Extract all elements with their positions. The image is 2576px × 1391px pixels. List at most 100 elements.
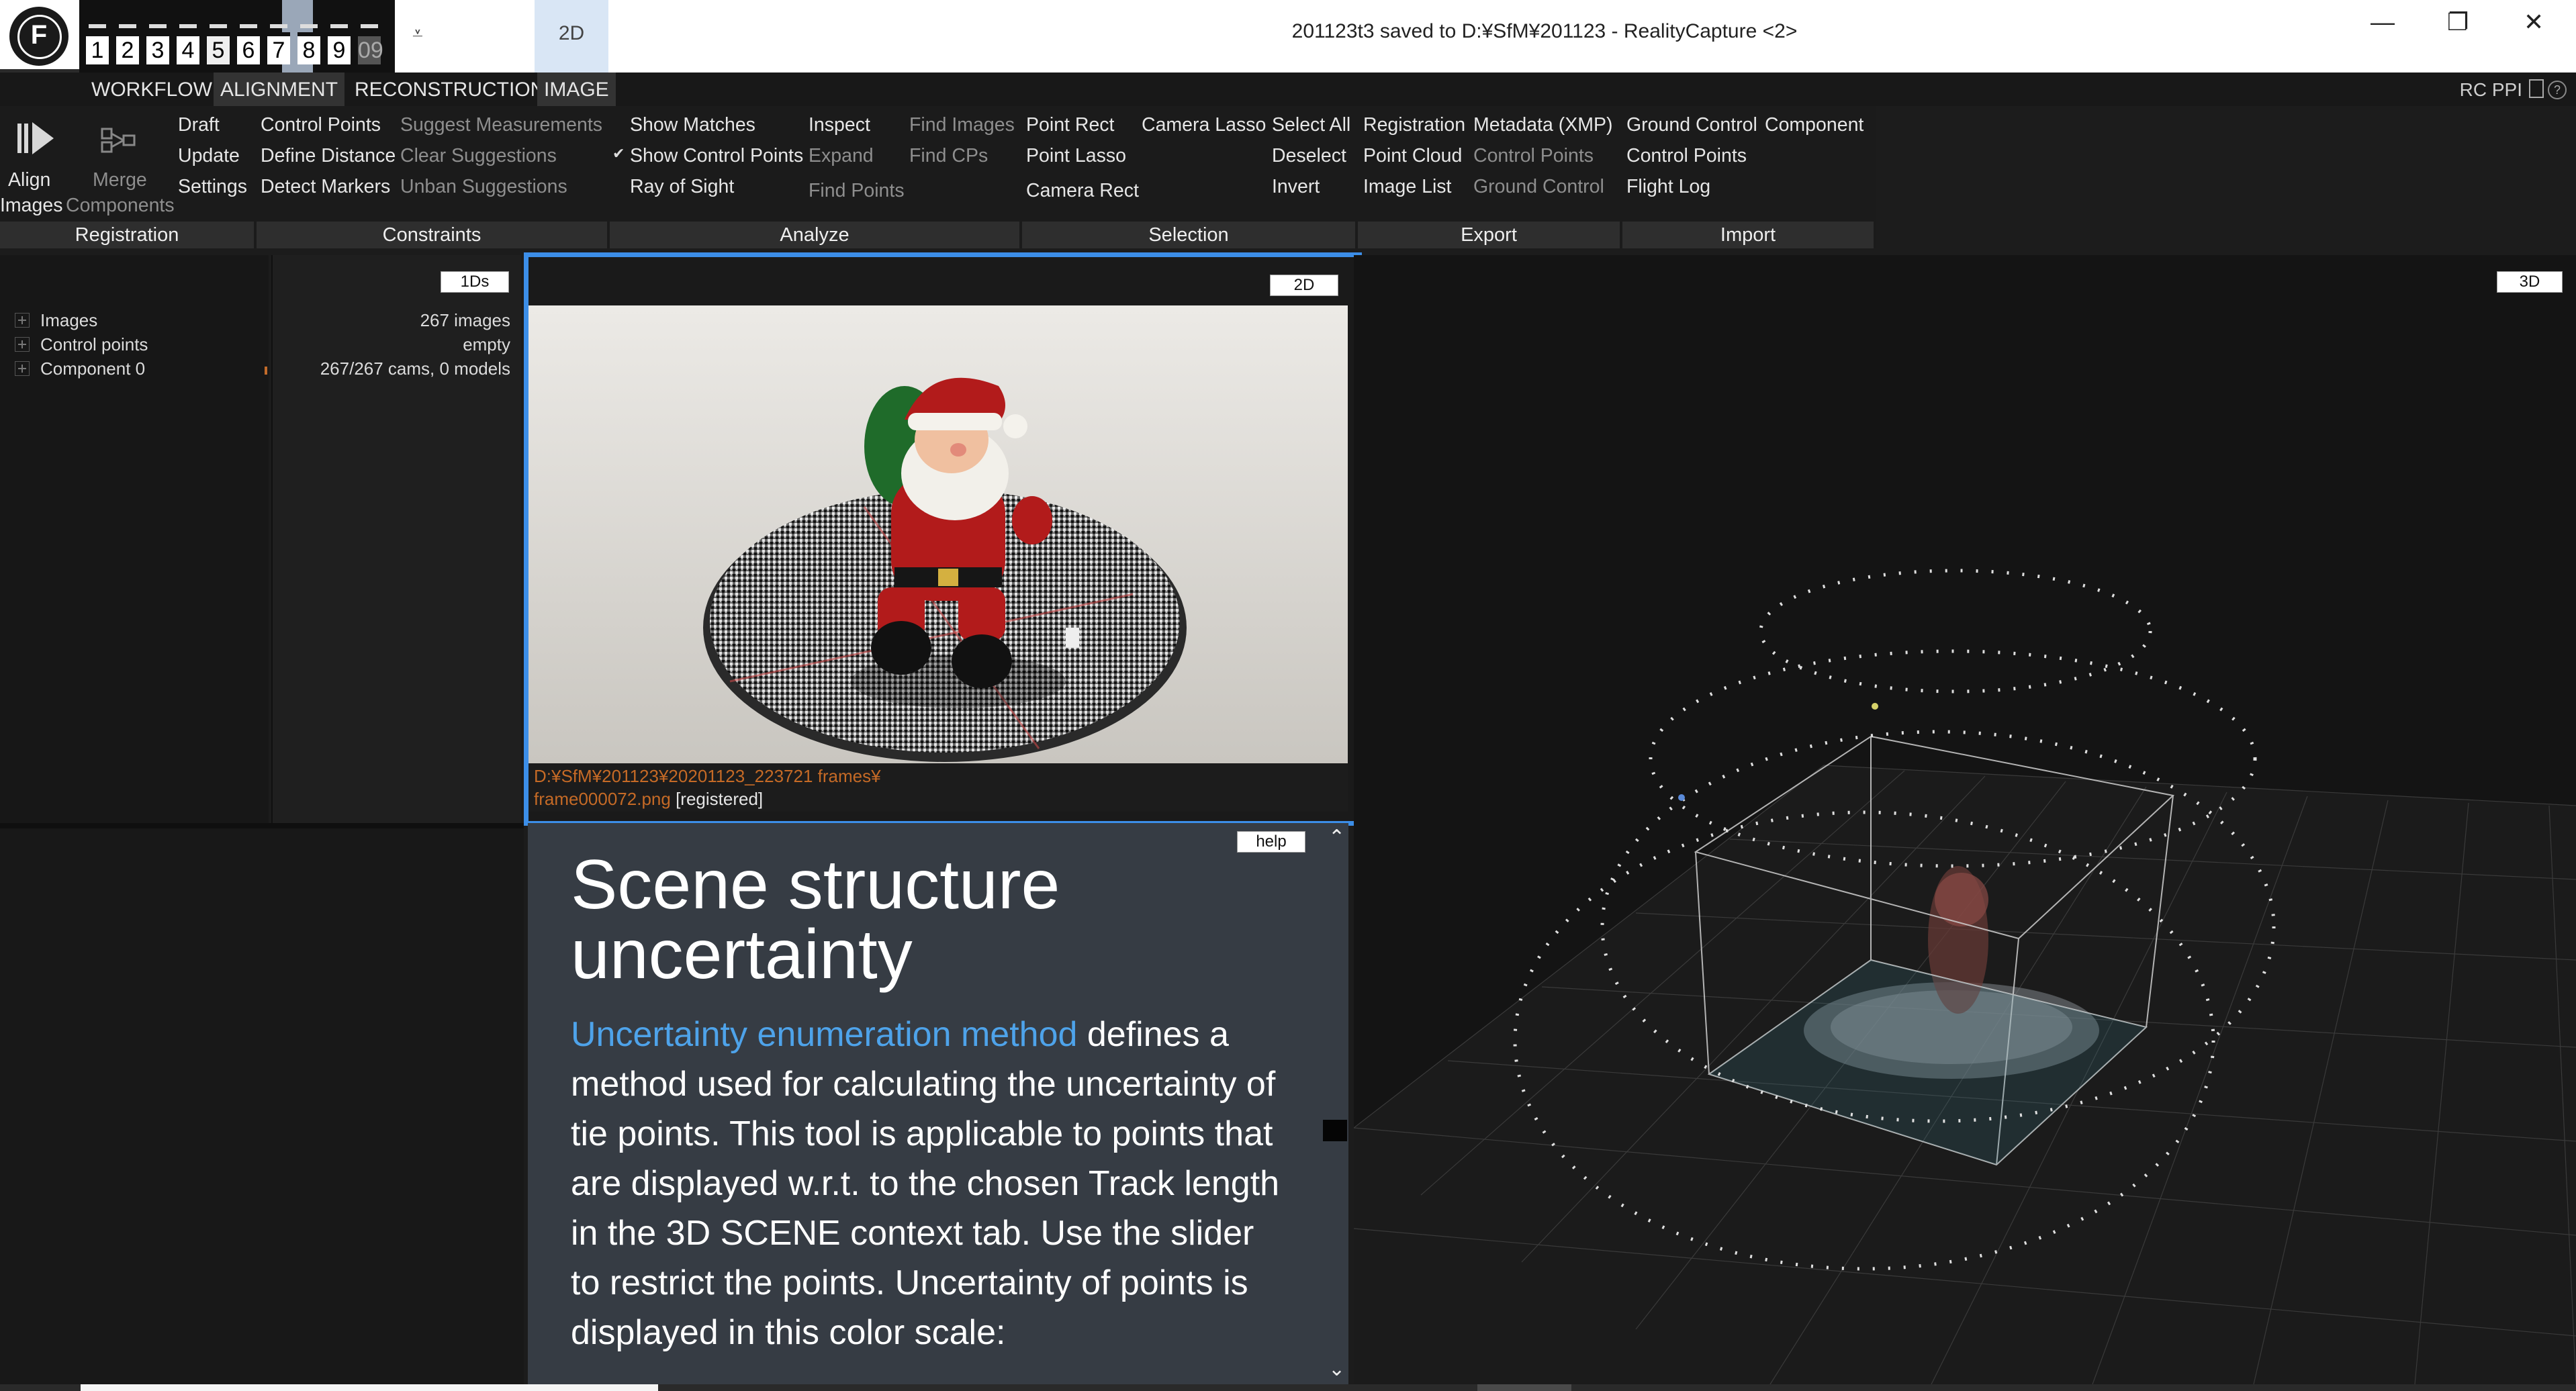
minimize-icon[interactable]: — xyxy=(2371,8,2395,36)
group-registration: Registration xyxy=(0,222,257,248)
component-summary: 267/267 cams, 0 models xyxy=(320,358,510,379)
merge-components-label-1[interactable]: Merge xyxy=(93,169,147,191)
export-image-list-button[interactable]: Image List xyxy=(1363,176,1451,198)
project-tree: Images Control points Component 0 xyxy=(0,255,269,823)
control-points-button[interactable]: Control Points xyxy=(261,114,381,136)
help-scroll-thumb[interactable] xyxy=(1323,1120,1347,1141)
detect-markers-button[interactable]: Detect Markers xyxy=(261,176,390,198)
tab-workflow[interactable]: WORKFLOW xyxy=(85,73,219,106)
group-export: Export xyxy=(1358,222,1622,248)
scroll-down-icon[interactable]: ⌄ xyxy=(1328,1357,1345,1381)
camera-rect-button[interactable]: Camera Rect xyxy=(1026,180,1139,202)
image-path-footer: D:¥SfM¥201123¥20201123_223721 frames¥ fr… xyxy=(528,763,1348,812)
deselect-button[interactable]: Deselect xyxy=(1272,145,1346,167)
suggest-measurements-button[interactable]: Suggest Measurements xyxy=(400,114,602,136)
images-count: 267 images xyxy=(420,310,510,330)
layout-tab-09[interactable]: 09 xyxy=(358,24,383,64)
image-filename: frame000072.png xyxy=(534,789,671,809)
image-2d-view[interactable]: 2D D:¥SfM¥201123¥20201123_223721 frames¥… xyxy=(524,252,1362,826)
scroll-up-icon[interactable]: ⌃ xyxy=(1328,826,1345,849)
invert-button[interactable]: Invert xyxy=(1272,176,1320,198)
layout-tab-1[interactable]: 1 xyxy=(86,24,109,64)
scene-3d-canvas xyxy=(1354,569,2576,1384)
layout-dropdown-icon[interactable]: ⩡ xyxy=(412,23,423,45)
tree-item-component-0[interactable]: Component 0 xyxy=(40,358,145,379)
scroll-thumb-secondary[interactable] xyxy=(1477,1384,1571,1391)
layout-tab-9[interactable]: 9 xyxy=(328,24,351,64)
merge-components-label-2[interactable]: Components xyxy=(66,195,175,217)
santa-figurine-photo xyxy=(528,305,1348,763)
expand-button[interactable]: Expand xyxy=(809,145,874,167)
group-analyze: Analyze xyxy=(610,222,1022,248)
registration-status: [registered] xyxy=(676,789,764,809)
tree-item-images[interactable]: Images xyxy=(40,310,97,331)
pane-divider[interactable] xyxy=(0,823,524,828)
align-images-label-2[interactable]: Images xyxy=(0,195,62,217)
layout-tab-4[interactable]: 4 xyxy=(177,24,199,64)
close-icon[interactable]: ✕ xyxy=(2524,8,2544,36)
expand-component-icon[interactable] xyxy=(15,361,30,376)
tab-image[interactable]: IMAGE xyxy=(537,73,616,106)
select-all-button[interactable]: Select All xyxy=(1272,114,1350,136)
help-icon[interactable]: ? xyxy=(2548,81,2567,99)
page-icon[interactable] xyxy=(2529,79,2544,98)
badge-1ds[interactable]: 1Ds xyxy=(441,271,509,293)
define-distance-button[interactable]: Define Distance xyxy=(261,145,396,167)
update-button[interactable]: Update xyxy=(178,145,240,167)
find-points-button[interactable]: Find Points xyxy=(809,180,905,202)
export-control-points-button[interactable]: Control Points xyxy=(1473,145,1594,167)
window-title: 201123t3 saved to D:¥SfM¥201123 - Realit… xyxy=(1291,20,1798,42)
import-ground-control-button[interactable]: Ground Control xyxy=(1626,114,1757,136)
title-bar: F 1 2 3 4 5 6 7 8 9 09 ⩡ 2D 201123t3 sav… xyxy=(0,0,2576,73)
expand-images-icon[interactable] xyxy=(15,313,30,328)
horizontal-scrollbar[interactable] xyxy=(0,1384,2576,1391)
export-point-cloud-button[interactable]: Point Cloud xyxy=(1363,145,1462,167)
export-registration-button[interactable]: Registration xyxy=(1363,114,1465,136)
find-cps-button[interactable]: Find CPs xyxy=(909,145,988,167)
empty-pane xyxy=(0,828,524,1386)
layout-tab-2[interactable]: 2 xyxy=(116,24,139,64)
tab-alignment[interactable]: ALIGNMENT xyxy=(214,73,345,106)
import-component-button[interactable]: Component xyxy=(1765,114,1864,136)
clear-suggestions-button[interactable]: Clear Suggestions xyxy=(400,145,557,167)
scene-3d-view[interactable]: 3D xyxy=(1354,255,2576,1384)
component-marker xyxy=(265,367,267,375)
layout-tab-3[interactable]: 3 xyxy=(146,24,169,64)
layout-tab-8[interactable]: 8 xyxy=(297,24,320,64)
expand-control-points-icon[interactable] xyxy=(15,337,30,352)
show-control-points-toggle[interactable]: Show Control Points xyxy=(612,145,803,167)
image-preview[interactable] xyxy=(528,305,1348,763)
badge-3d[interactable]: 3D xyxy=(2497,271,2563,293)
align-images-label-1[interactable]: Align xyxy=(8,169,50,191)
export-ground-control-button[interactable]: Ground Control xyxy=(1473,176,1604,198)
tree-item-control-points[interactable]: Control points xyxy=(40,334,148,355)
import-flight-log-button[interactable]: Flight Log xyxy=(1626,176,1710,198)
import-control-points-button[interactable]: Control Points xyxy=(1626,145,1747,167)
ray-of-sight-button[interactable]: Ray of Sight xyxy=(630,176,734,198)
unban-suggestions-button[interactable]: Unban Suggestions xyxy=(400,176,567,198)
rc-ppi-label[interactable]: RC PPI xyxy=(2460,79,2522,101)
uncertainty-method-link[interactable]: Uncertainty enumeration method xyxy=(571,1015,1077,1054)
inspect-button[interactable]: Inspect xyxy=(809,114,870,136)
point-lasso-button[interactable]: Point Lasso xyxy=(1026,145,1126,167)
restore-icon[interactable]: ❐ xyxy=(2447,8,2469,36)
draft-button[interactable]: Draft xyxy=(178,114,220,136)
app-logo-icon[interactable]: F xyxy=(9,7,68,66)
layout-tab-5[interactable]: 5 xyxy=(207,24,230,64)
merge-components-icon xyxy=(101,128,136,153)
badge-2d[interactable]: 2D xyxy=(1270,275,1338,296)
find-images-button[interactable]: Find Images xyxy=(909,114,1015,136)
export-metadata-button[interactable]: Metadata (XMP) xyxy=(1473,114,1613,136)
point-rect-button[interactable]: Point Rect xyxy=(1026,114,1114,136)
show-matches-button[interactable]: Show Matches xyxy=(630,114,755,136)
camera-lasso-button[interactable]: Camera Lasso xyxy=(1142,114,1266,136)
group-import: Import xyxy=(1622,222,1876,248)
layout-tab-6[interactable]: 6 xyxy=(237,24,260,64)
group-selection: Selection xyxy=(1022,222,1358,248)
layout-tab-7[interactable]: 7 xyxy=(267,24,290,64)
help-scrollbar[interactable]: ⌃ ⌄ xyxy=(1323,823,1347,1391)
settings-button[interactable]: Settings xyxy=(178,176,247,198)
tab-reconstruction[interactable]: RECONSTRUCTION xyxy=(348,73,551,106)
scroll-thumb[interactable] xyxy=(81,1384,658,1391)
view-2d-tab[interactable]: 2D xyxy=(535,0,608,73)
